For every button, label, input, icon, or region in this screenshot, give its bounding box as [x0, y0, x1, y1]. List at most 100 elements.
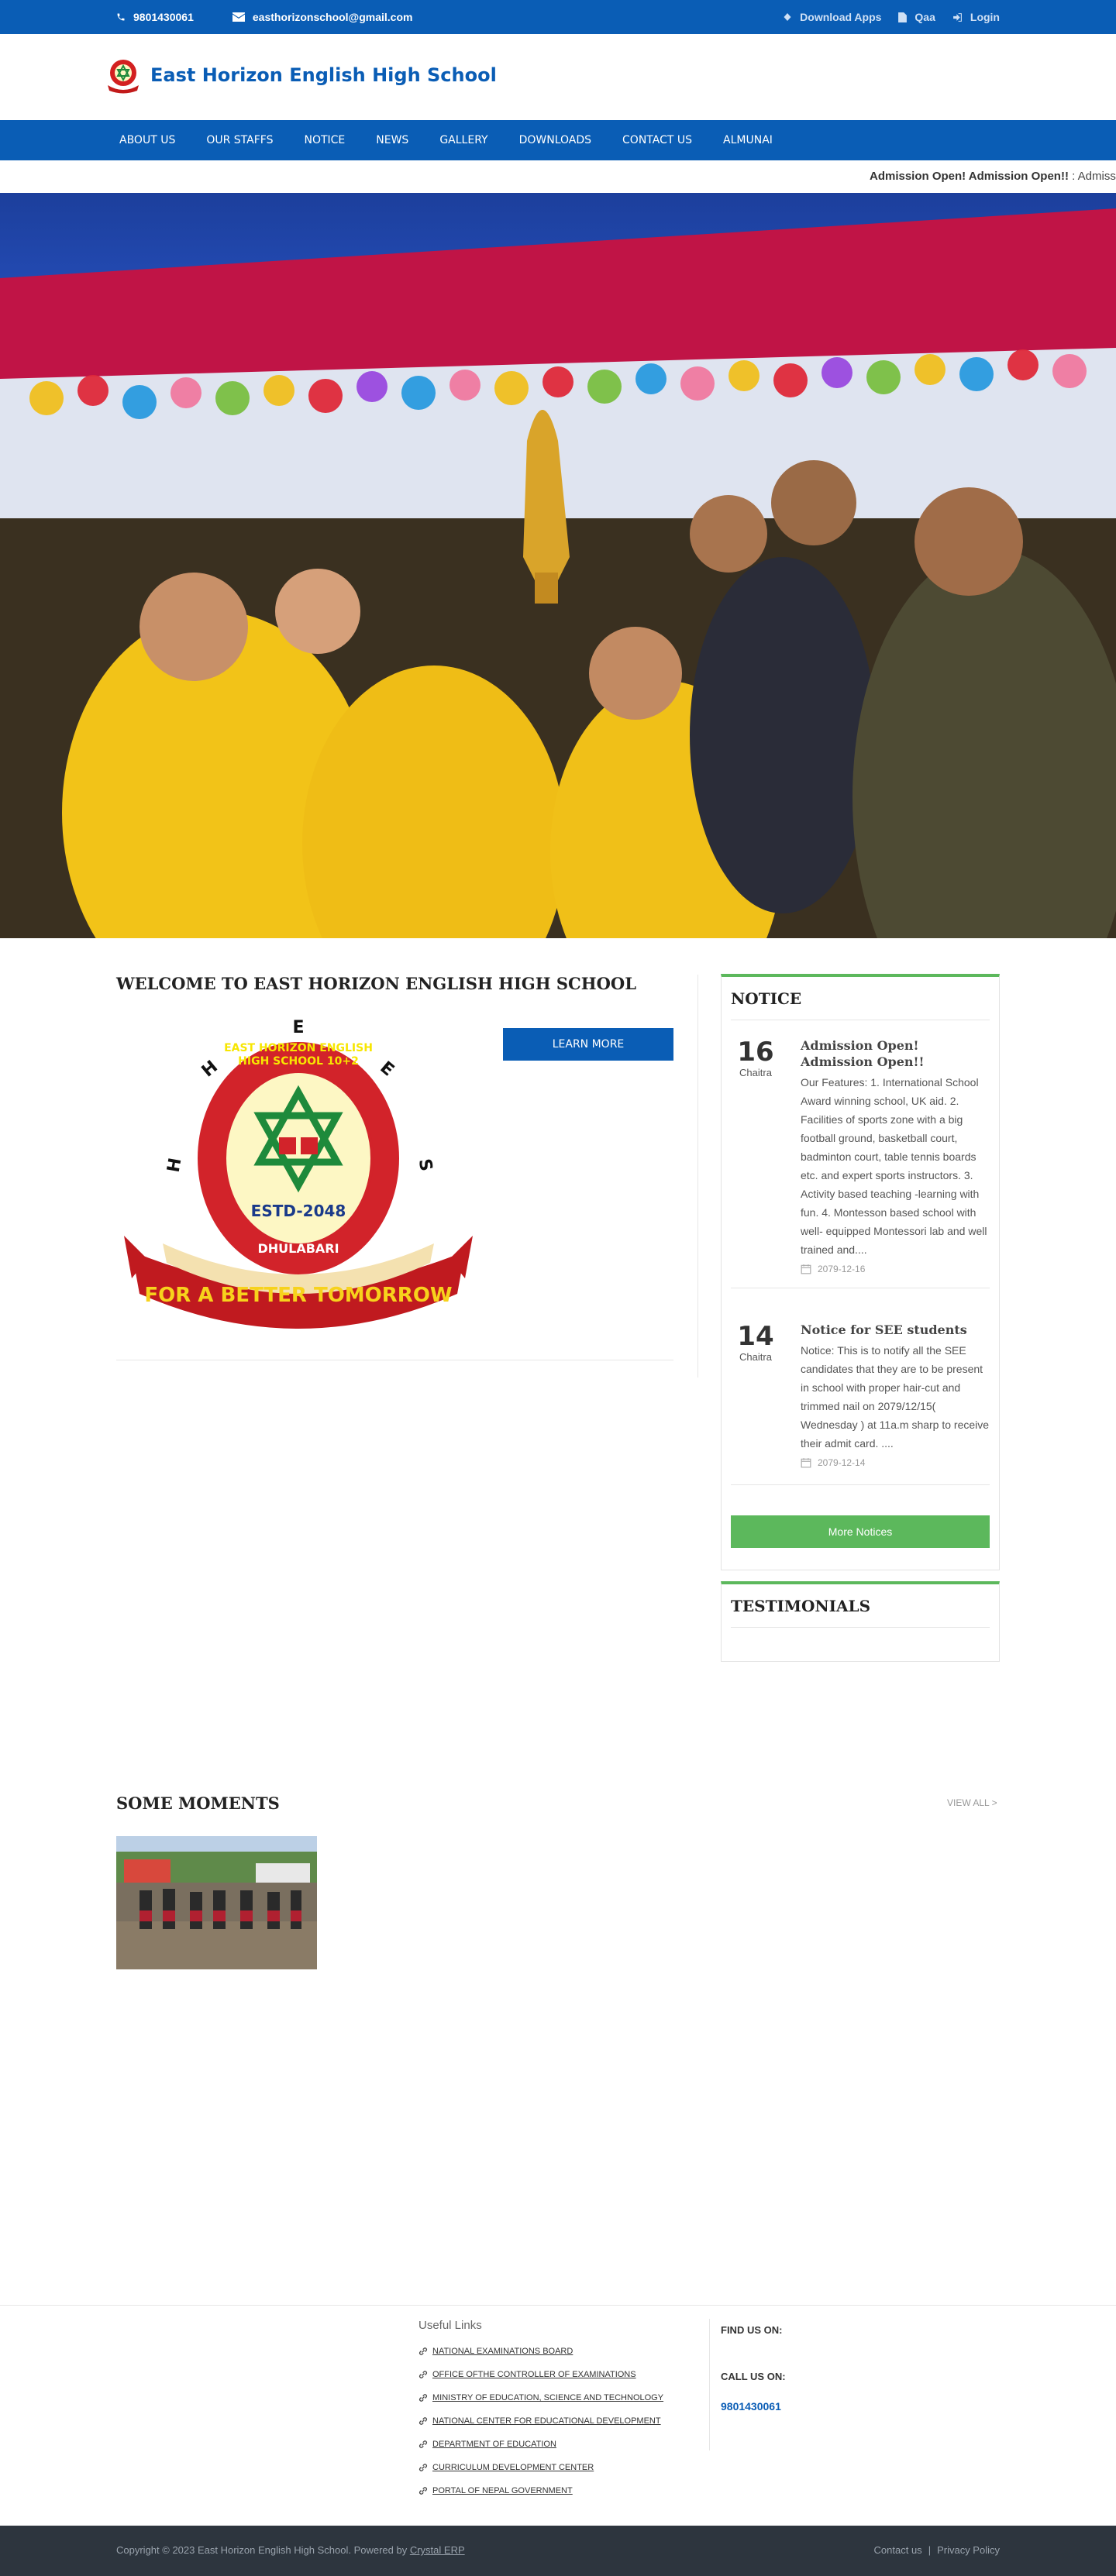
moment-photo[interactable]	[116, 1836, 317, 1969]
more-notices-button[interactable]: More Notices	[731, 1515, 990, 1548]
link-separator: |	[928, 2544, 932, 2556]
emblem-estd: ESTD-2048	[251, 1202, 346, 1220]
powered-by-link[interactable]: Crystal ERP	[410, 2544, 465, 2556]
link-icon	[418, 2487, 428, 2495]
notice-excerpt: Notice: This is to notify all the SEE ca…	[801, 1344, 990, 1450]
useful-link-label: CURRICULUM DEVELOPMENT CENTER	[432, 2463, 594, 2472]
nav-about-us[interactable]: ABOUT US	[104, 120, 191, 160]
emblem-ring-text: EAST HORIZON ENGLISH HIGH SCHOOL 10+2	[224, 1042, 373, 1068]
envelope-icon	[232, 12, 245, 22]
useful-link[interactable]: MINISTRY OF EDUCATION, SCIENCE AND TECHN…	[418, 2386, 663, 2409]
useful-link[interactable]: PORTAL OF NEPAL GOVERNMENT	[418, 2479, 663, 2502]
hero-photo	[0, 193, 1116, 938]
notice-divider	[731, 1484, 990, 1485]
nav-downloads[interactable]: DOWNLOADS	[504, 120, 607, 160]
login-link[interactable]: Login	[952, 11, 1000, 23]
notice-title: NOTICE	[731, 989, 802, 1008]
phone-contact[interactable]: 9801430061	[116, 11, 194, 23]
useful-link-label: OFFICE OFTHE CONTROLLER OF EXAMINATIONS	[432, 2370, 636, 2379]
testimonials-divider	[731, 1627, 990, 1628]
ticker-title: Admission Open! Admission Open!!	[870, 170, 1069, 183]
link-icon	[418, 2347, 428, 2355]
school-emblem-image: E H E H S ESTD-2048 FOR A BETTER TOMORRO…	[116, 1011, 480, 1336]
nav-gallery[interactable]: GALLERY	[424, 120, 503, 160]
brand-link[interactable]: East Horizon English High School	[104, 56, 497, 95]
nav-notice[interactable]: NOTICE	[288, 120, 360, 160]
notice-heading[interactable]: Notice for SEE students	[801, 1322, 990, 1338]
footer-divider	[0, 2305, 1116, 2306]
qaa-label: Qaa	[914, 11, 935, 23]
emblem-place: DHULABARI	[257, 1241, 339, 1256]
notice-date-text: 2079-12-14	[818, 1457, 866, 1468]
emblem-letter-5: S	[415, 1157, 436, 1173]
testimonials-title: TESTIMONIALS	[731, 1597, 871, 1615]
useful-link-label: DEPARTMENT OF EDUCATION	[432, 2440, 556, 2449]
link-icon	[418, 2464, 428, 2471]
view-all-link[interactable]: VIEW ALL >	[947, 1797, 997, 1808]
testimonials-panel: TESTIMONIALS	[721, 1581, 1000, 1662]
site-header: East Horizon English High School	[0, 34, 1116, 120]
band-photo	[116, 1836, 317, 1969]
notice-panel: NOTICE 16 Chaitra Admission Open! Admiss…	[721, 974, 1000, 1570]
useful-link[interactable]: DEPARTMENT OF EDUCATION	[418, 2433, 663, 2456]
calendar-icon	[801, 1264, 811, 1274]
emblem-letter-1: E	[292, 1018, 304, 1037]
useful-links-title: Useful Links	[418, 2319, 482, 2332]
download-apps-link[interactable]: Download Apps	[783, 11, 881, 23]
link-icon	[418, 2394, 428, 2402]
calendar-icon	[801, 1458, 811, 1468]
school-logo-icon	[108, 60, 139, 94]
download-apps-label: Download Apps	[800, 11, 882, 23]
useful-link[interactable]: CURRICULUM DEVELOPMENT CENTER	[418, 2456, 663, 2479]
footer-column-divider	[709, 2319, 710, 2450]
news-ticker: Admission Open! Admission Open!! : Admis…	[0, 160, 1116, 193]
notice-day: 14	[737, 1321, 774, 1352]
useful-link-label: NATIONAL EXAMINATIONS BOARD	[432, 2347, 574, 2356]
useful-link[interactable]: OFFICE OFTHE CONTROLLER OF EXAMINATIONS	[418, 2363, 663, 2386]
copyright-text: Copyright © 2023 East Horizon English Hi…	[116, 2544, 410, 2556]
notice-month: Chaitra	[739, 1351, 772, 1363]
login-label: Login	[970, 11, 1000, 23]
top-bar: 9801430061 easthorizonschool@gmail.com D…	[0, 0, 1116, 34]
moments-title: SOME MOMENTS	[116, 1794, 280, 1813]
ticker-text[interactable]: Admission Open! Admission Open!! : Admis…	[870, 170, 1116, 183]
notice-excerpt: Our Features: 1. International School Aw…	[801, 1076, 987, 1256]
welcome-title: WELCOME TO EAST HORIZON ENGLISH HIGH SCH…	[116, 974, 636, 993]
useful-links-list: NATIONAL EXAMINATIONS BOARD OFFICE OFTHE…	[418, 2340, 663, 2502]
nav-contact-us[interactable]: CONTACT US	[607, 120, 708, 160]
notice-posted-date: 2079-12-16	[801, 1264, 990, 1274]
phone-icon	[117, 13, 125, 21]
nav-almunai[interactable]: ALMUNAI	[708, 120, 788, 160]
copyright: Copyright © 2023 East Horizon English Hi…	[116, 2544, 465, 2556]
phone-text: 9801430061	[133, 11, 194, 23]
useful-link-label: PORTAL OF NEPAL GOVERNMENT	[432, 2486, 573, 2495]
ticker-rest: : Admiss	[1068, 170, 1116, 183]
footer-phone-link[interactable]: 9801430061	[721, 2400, 781, 2413]
email-text: easthorizonschool@gmail.com	[252, 11, 413, 23]
notice-month: Chaitra	[739, 1067, 772, 1078]
privacy-policy-link[interactable]: Privacy Policy	[937, 2544, 1000, 2556]
contact-us-link[interactable]: Contact us	[874, 2544, 922, 2556]
useful-link[interactable]: NATIONAL CENTER FOR EDUCATIONAL DEVELOPM…	[418, 2409, 663, 2433]
notice-date-badge: 14 Chaitra	[731, 1322, 780, 1363]
notice-heading[interactable]: Admission Open! Admission Open!!	[801, 1037, 990, 1070]
useful-link[interactable]: NATIONAL EXAMINATIONS BOARD	[418, 2340, 663, 2363]
main-nav: ABOUT US OUR STAFFS NOTICE NEWS GALLERY …	[0, 120, 1116, 160]
link-icon	[418, 2440, 428, 2448]
link-icon	[418, 2417, 428, 2425]
login-icon	[952, 12, 962, 22]
nav-news[interactable]: NEWS	[360, 120, 424, 160]
notice-date-badge: 16 Chaitra	[731, 1037, 780, 1078]
nav-our-staffs[interactable]: OUR STAFFS	[191, 120, 288, 160]
link-icon	[418, 2371, 428, 2378]
call-us-heading: CALL US ON:	[721, 2371, 786, 2382]
android-icon	[784, 13, 791, 21]
notice-date-text: 2079-12-16	[818, 1264, 866, 1274]
emblem-letter-4: H	[164, 1157, 186, 1174]
useful-link-label: MINISTRY OF EDUCATION, SCIENCE AND TECHN…	[432, 2393, 664, 2402]
useful-link-label: NATIONAL CENTER FOR EDUCATIONAL DEVELOPM…	[432, 2416, 661, 2426]
school-name: East Horizon English High School	[150, 64, 497, 86]
learn-more-button[interactable]: LEARN MORE	[503, 1028, 673, 1061]
email-contact[interactable]: easthorizonschool@gmail.com	[232, 11, 413, 23]
qaa-link[interactable]: Qaa	[898, 11, 935, 23]
